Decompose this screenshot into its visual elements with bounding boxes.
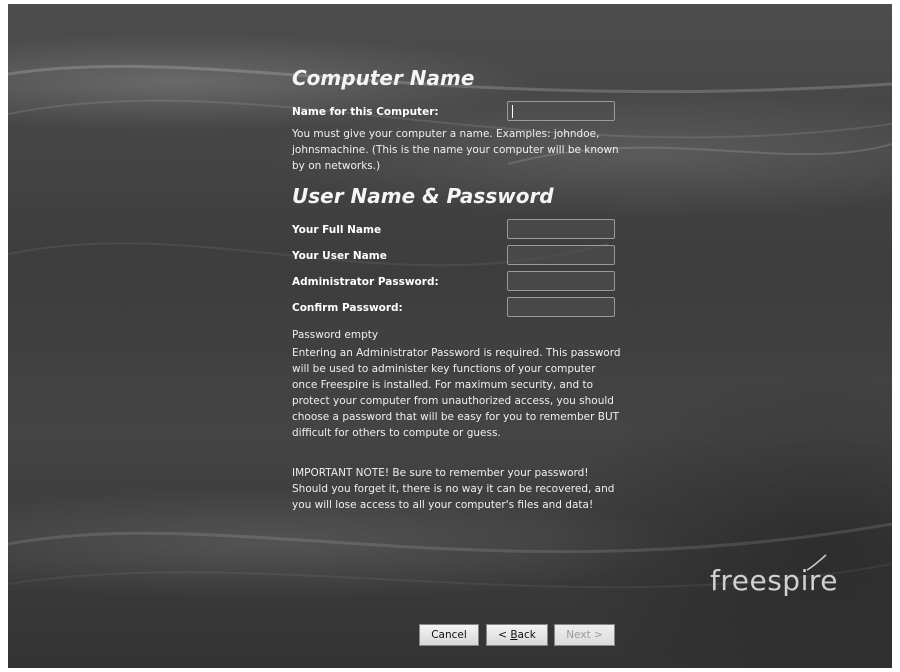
back-mnemonic: B [510,629,518,641]
user-name-label: Your User Name [292,250,387,262]
user-password-heading: User Name & Password [292,184,554,208]
computer-name-help: You must give your computer a name. Exam… [292,128,619,172]
password-help: Entering an Administrator Password is re… [292,347,621,439]
installer-screen: Computer Name Name for this Computer: Yo… [8,4,892,668]
admin-password-input[interactable] [507,271,615,291]
back-button[interactable]: < Back [486,624,548,646]
important-note: IMPORTANT NOTE! Be sure to remember your… [292,467,615,511]
password-status: Password empty [292,329,379,341]
confirm-password-input[interactable] [507,297,615,317]
computer-name-input[interactable] [507,101,615,121]
cancel-button[interactable]: Cancel [419,624,479,646]
full-name-label: Your Full Name [292,224,382,236]
next-button[interactable]: Next > [554,624,615,646]
back-rest: ack [517,629,536,641]
logo-swoosh-icon [806,554,827,571]
computer-name-label: Name for this Computer: [292,106,439,118]
user-name-input[interactable] [507,245,615,265]
text-caret [512,105,513,118]
back-prefix: < [498,629,511,641]
confirm-password-label: Confirm Password: [292,302,403,314]
freespire-logo: freespire [710,554,838,597]
admin-password-label: Administrator Password: [292,276,439,288]
full-name-input[interactable] [507,219,615,239]
computer-name-heading: Computer Name [292,66,475,90]
